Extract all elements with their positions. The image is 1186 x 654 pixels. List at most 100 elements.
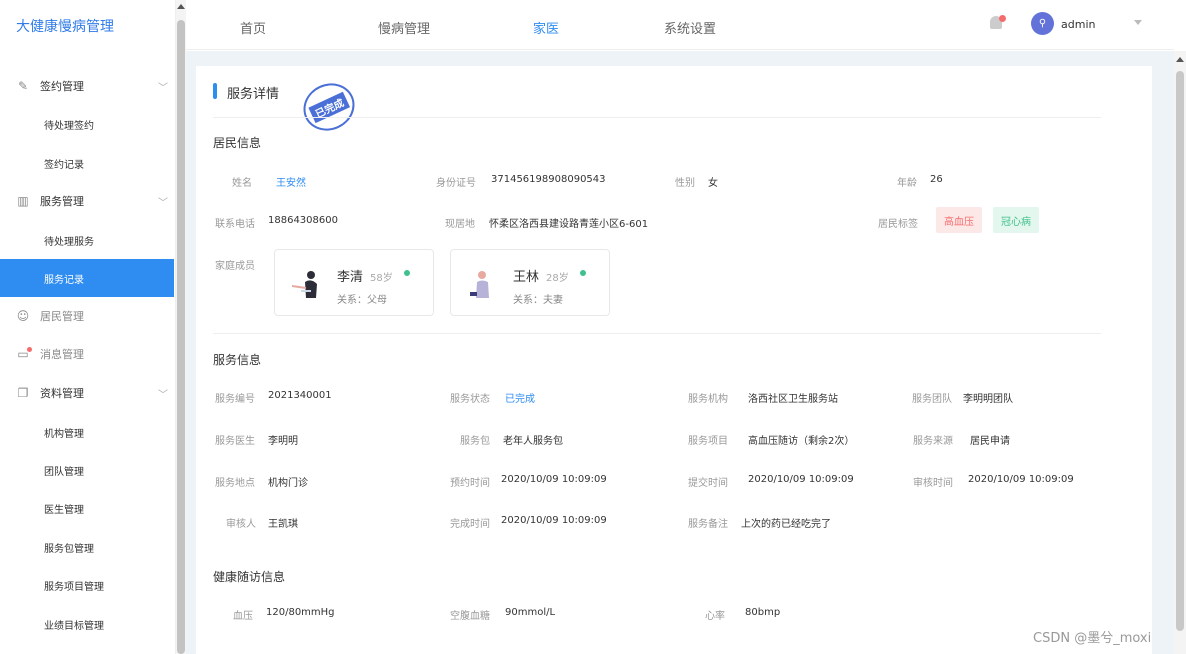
field-label: 服务状态 <box>450 394 490 405</box>
gender-label: 性别 <box>675 178 695 189</box>
member-relation: 关系：父母 <box>337 295 387 306</box>
menu-group-sign-label: 签约管理 <box>40 80 84 93</box>
sidebar-item-pending-sign[interactable]: 待处理签约 <box>0 105 174 143</box>
phone-value: 18864308600 <box>268 215 338 226</box>
person-illustration-icon <box>291 271 317 298</box>
main-scrollbar[interactable] <box>1174 51 1186 654</box>
detail-card <box>196 66 1152 654</box>
divider <box>213 117 1101 118</box>
name-label: 姓名 <box>232 178 252 189</box>
chevron-down-icon: ﹀ <box>158 197 168 209</box>
tab-family-doctor[interactable]: 家医 <box>533 18 559 37</box>
appointment-time: 2020/10/09 10:09:09 <box>501 474 607 485</box>
service-team: 李明明团队 <box>963 394 1013 405</box>
sidebar-item-target[interactable]: 业绩目标管理 <box>0 605 174 643</box>
member-name: 王林 <box>513 270 540 285</box>
section-health-title: 健康随访信息 <box>213 570 286 584</box>
field-label: 服务项目 <box>688 436 728 447</box>
service-number: 2021340001 <box>268 390 332 401</box>
field-label: 服务包 <box>460 436 490 447</box>
person-illustration-icon <box>470 271 489 298</box>
field-label: 服务医生 <box>215 436 255 447</box>
scroll-up-arrow-icon[interactable] <box>1176 57 1184 62</box>
tab-settings[interactable]: 系统设置 <box>664 18 716 37</box>
menu-group-files[interactable]: ❐ 资料管理 ﹀ <box>0 374 174 412</box>
service-source: 居民申请 <box>970 436 1010 447</box>
tab-home[interactable]: 首页 <box>240 18 266 37</box>
top-nav: 首页 慢病管理 家医 系统设置 ⚲ admin <box>186 0 1174 50</box>
sidebar-item-label: 医生管理 <box>44 504 84 516</box>
field-label: 服务备注 <box>688 519 728 530</box>
member-relation: 关系：夫妻 <box>513 295 563 306</box>
tag-coronary: 冠心病 <box>993 207 1039 233</box>
field-label: 服务地点 <box>215 478 255 489</box>
stamp-text: 已完成 <box>308 91 350 123</box>
tab-chronic[interactable]: 慢病管理 <box>378 18 430 37</box>
member-age: 58岁 <box>370 273 393 284</box>
edit-icon: ✎ <box>17 79 29 93</box>
family-member-card[interactable]: 王林 28岁 关系：夫妻 <box>450 249 610 316</box>
submit-time: 2020/10/09 10:09:09 <box>748 474 854 485</box>
sidebar-scrollbar[interactable] <box>176 0 186 654</box>
field-label: 服务机构 <box>688 394 728 405</box>
gender-female-icon <box>580 270 586 276</box>
service-item: 高血压随访（剩余2次） <box>748 436 855 447</box>
divider <box>213 333 1101 334</box>
complete-time: 2020/10/09 10:09:09 <box>501 515 607 526</box>
review-time: 2020/10/09 10:09:09 <box>968 474 1074 485</box>
username[interactable]: admin <box>1061 18 1095 31</box>
service-package: 老年人服务包 <box>503 436 563 447</box>
app-logo-title[interactable]: 大健康慢病管理 <box>16 16 114 36</box>
notification-dot <box>999 15 1006 22</box>
menu-group-sign[interactable]: ✎ 签约管理 ﹀ <box>0 67 174 105</box>
field-label: 预约时间 <box>450 478 490 489</box>
sidebar-item-pending-service[interactable]: 待处理服务 <box>0 221 174 259</box>
age-value: 26 <box>930 174 943 185</box>
gender-female-icon <box>404 270 410 276</box>
phone-label: 联系电话 <box>215 219 255 230</box>
main-scrollbar-thumb[interactable] <box>1176 71 1184 631</box>
sidebar-item-service-item[interactable]: 服务项目管理 <box>0 566 174 604</box>
sidebar-item-service-records[interactable]: 服务记录 <box>0 259 174 297</box>
page-title: 服务详情 <box>227 87 280 102</box>
sidebar-item-org[interactable]: 机构管理 <box>0 413 174 451</box>
sidebar-item-package[interactable]: 服务包管理 <box>0 528 174 566</box>
chevron-down-icon: ﹀ <box>158 389 168 401</box>
member-name: 李清 <box>337 270 364 285</box>
unread-dot <box>27 347 32 352</box>
service-icon: ▥ <box>17 194 29 208</box>
menu-group-resident-label: 居民管理 <box>40 310 84 323</box>
sidebar-item-label: 服务项目管理 <box>44 581 104 593</box>
member-age: 28岁 <box>546 273 569 284</box>
sidebar-item-label: 待处理服务 <box>44 236 94 248</box>
family-member-card[interactable]: 李清 58岁 关系：父母 <box>274 249 434 316</box>
menu-group-service-label: 服务管理 <box>40 195 84 208</box>
sidebar-item-label: 业绩目标管理 <box>44 620 104 632</box>
section-resident-title: 居民信息 <box>213 136 262 150</box>
age-label: 年龄 <box>897 178 917 189</box>
service-doctor: 李明明 <box>268 436 298 447</box>
menu-group-resident[interactable]: ☺ 居民管理 <box>0 297 174 335</box>
caret-down-icon[interactable] <box>1134 20 1142 25</box>
address-label: 现居地 <box>445 219 475 230</box>
tags-label: 居民标签 <box>878 219 918 230</box>
fasting-glucose: 90mmol/L <box>505 607 556 618</box>
field-label: 空腹血糖 <box>450 611 490 622</box>
id-label: 身份证号 <box>436 178 476 189</box>
bell-icon[interactable] <box>990 15 1006 32</box>
scroll-up-arrow-icon[interactable] <box>177 4 185 9</box>
sidebar-scrollbar-thumb[interactable] <box>177 20 185 654</box>
menu-group-service[interactable]: ▥ 服务管理 ﹀ <box>0 182 174 220</box>
sidebar-item-label: 机构管理 <box>44 428 84 440</box>
sidebar-item-doctor[interactable]: 医生管理 <box>0 489 174 527</box>
sidebar-item-team[interactable]: 团队管理 <box>0 451 174 489</box>
blood-pressure: 120/80mmHg <box>266 607 335 618</box>
avatar[interactable]: ⚲ <box>1031 12 1054 35</box>
resident-name[interactable]: 王安然 <box>276 174 306 189</box>
heart-rate: 80bmp <box>745 607 781 618</box>
service-location: 机构门诊 <box>268 478 308 489</box>
sidebar-item-sign-records[interactable]: 签约记录 <box>0 144 174 182</box>
menu-group-message[interactable]: ▭ 消息管理 <box>0 335 174 373</box>
field-label: 服务团队 <box>912 394 952 405</box>
sidebar-item-label: 服务记录 <box>44 274 84 286</box>
